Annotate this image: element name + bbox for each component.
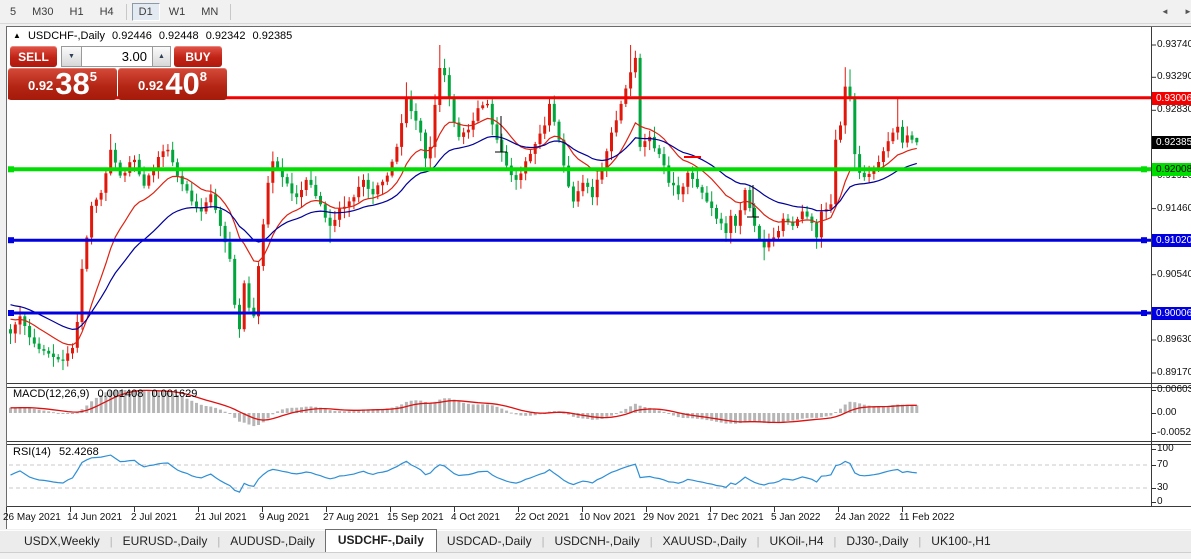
macd-axis-label: -0.00522 bbox=[1157, 427, 1191, 438]
tab-xauusd-daily[interactable]: XAUUSD-,Daily bbox=[653, 531, 757, 552]
timeframe-button-mn[interactable]: MN bbox=[194, 3, 225, 21]
tab-usdx-weekly[interactable]: USDX,Weekly bbox=[14, 531, 110, 552]
rsi-axis-label: 30 bbox=[1157, 482, 1169, 493]
ohlc-open: 0.92446 bbox=[112, 30, 152, 42]
current-price-label: 0.92385 bbox=[1152, 136, 1191, 150]
timeframe-button-h1[interactable]: H1 bbox=[63, 3, 91, 21]
chart-window bbox=[6, 26, 1191, 529]
macd-value-signal: 0.001629 bbox=[151, 388, 198, 400]
sell-price-big: 38 bbox=[55, 66, 90, 101]
support-line-label: 0.91020 bbox=[1152, 234, 1191, 248]
date-label: 24 Jan 2022 bbox=[835, 512, 891, 523]
timeframe-button-w1[interactable]: W1 bbox=[162, 3, 193, 21]
price-tick-label: 0.90540 bbox=[1157, 268, 1191, 280]
trading-platform-screen: 5 M30 H1 H4 D1 W1 MN ▲ USDCHF-,Daily 0.92446 0… bbox=[0, 0, 1191, 559]
macd-value-main: 0.001408 bbox=[97, 388, 144, 400]
price-tick-label: 0.92830 bbox=[1157, 104, 1191, 116]
date-label: 2 Jul 2021 bbox=[131, 512, 178, 523]
date-label: 9 Aug 2021 bbox=[259, 512, 310, 523]
spinner-down-icon: ▼ bbox=[68, 53, 75, 60]
buy-price-box[interactable]: 0.92 40 8 bbox=[118, 68, 227, 100]
tabs-scroll-left-icon[interactable]: ◄ bbox=[1161, 7, 1169, 16]
spinner-up-icon: ▲ bbox=[158, 53, 165, 60]
ohlc-low: 0.92342 bbox=[205, 30, 246, 42]
tab-usdcad-daily[interactable]: USDCAD-,Daily bbox=[437, 531, 542, 552]
sell-button-label: SELL bbox=[18, 49, 49, 64]
chart-tab-bar: USDX,Weekly | EURUSD-,Daily | AUDUSD-,Daily U… bbox=[0, 529, 1191, 552]
date-label: 14 Jun 2021 bbox=[67, 512, 123, 523]
date-label: 21 Jul 2021 bbox=[195, 512, 247, 523]
timeframe-button-h4[interactable]: H4 bbox=[93, 3, 121, 21]
date-label: 26 May 2021 bbox=[3, 512, 61, 523]
date-label: 4 Oct 2021 bbox=[451, 512, 500, 523]
volume-decrease-button[interactable]: ▼ bbox=[61, 46, 82, 67]
sell-price-pip: 5 bbox=[89, 69, 98, 84]
date-label: 29 Nov 2021 bbox=[643, 512, 700, 523]
rsi-value: 52.4268 bbox=[58, 446, 99, 458]
toolbar-separator bbox=[230, 3, 232, 20]
date-label: 27 Aug 2021 bbox=[323, 512, 380, 523]
macd-axis-label: 0.006038 bbox=[1157, 384, 1191, 395]
sell-button[interactable]: SELL bbox=[10, 46, 57, 67]
volume-input[interactable] bbox=[82, 46, 152, 67]
ohlc-high: 0.92448 bbox=[158, 30, 199, 42]
buy-price-base: 0.92 bbox=[137, 78, 164, 93]
timeframe-button-d1[interactable]: D1 bbox=[131, 2, 160, 21]
time-axis[interactable]: 26 May 2021 14 Jun 2021 2 Jul 2021 21 Jul 2… bbox=[0, 508, 1150, 529]
macd-axis-label: 0.00 bbox=[1157, 407, 1177, 418]
date-label: 15 Sep 2021 bbox=[387, 512, 444, 523]
rsi-panel-title: RSI(14) 52.4268 bbox=[13, 446, 104, 458]
timeframe-button-m30[interactable]: M30 bbox=[25, 3, 60, 21]
tab-dj30-daily[interactable]: DJ30-,Daily bbox=[836, 531, 918, 552]
support-line-label: 0.92008 bbox=[1152, 163, 1191, 177]
price-axis[interactable]: 0.937400.932900.928300.919200.914600.905… bbox=[1152, 27, 1191, 507]
tab-eurusd-daily[interactable]: EURUSD-,Daily bbox=[113, 531, 218, 552]
buy-button-label: BUY bbox=[185, 49, 211, 64]
timeframe-button-5[interactable]: 5 bbox=[3, 3, 23, 21]
rsi-axis-label: 0 bbox=[1157, 496, 1163, 507]
one-click-collapse-icon[interactable]: ▲ bbox=[13, 31, 21, 40]
date-label: 17 Dec 2021 bbox=[707, 512, 764, 523]
volume-increase-button[interactable]: ▲ bbox=[152, 46, 171, 67]
tab-usdcnh-daily[interactable]: USDCNH-,Daily bbox=[544, 531, 649, 552]
chart-symbol-title: USDCHF-,Daily bbox=[27, 30, 105, 42]
buy-button[interactable]: BUY bbox=[174, 46, 222, 67]
status-bar bbox=[0, 552, 1191, 559]
rsi-axis-label: 100 bbox=[1157, 443, 1174, 454]
tab-uk100-h1[interactable]: UK100-,H1 bbox=[921, 531, 1000, 552]
chart-header: ▲ USDCHF-,Daily 0.92446 0.92448 0.92342 … bbox=[13, 30, 296, 42]
rsi-name: RSI(14) bbox=[13, 446, 51, 458]
tab-usdchf-daily[interactable]: USDCHF-,Daily bbox=[324, 529, 437, 552]
price-tick-label: 0.93740 bbox=[1157, 39, 1191, 50]
price-tick-label: 0.89170 bbox=[1157, 367, 1191, 378]
price-tick-label: 0.91460 bbox=[1157, 202, 1191, 214]
toolbar-separator bbox=[125, 3, 127, 20]
buy-price-big: 40 bbox=[165, 66, 200, 101]
buy-price-pip: 8 bbox=[199, 69, 208, 84]
macd-panel-title: MACD(12,26,9) 0.001408 0.001629 bbox=[13, 388, 202, 400]
tab-ukoil-h4[interactable]: UKOil-,H4 bbox=[760, 531, 834, 552]
tabs-scroll-right-icon[interactable]: ► bbox=[1184, 7, 1191, 16]
date-label: 22 Oct 2021 bbox=[515, 512, 570, 523]
timeframe-toolbar: 5 M30 H1 H4 D1 W1 MN bbox=[0, 0, 1191, 24]
date-label: 11 Feb 2022 bbox=[899, 512, 955, 523]
resistance-line-label: 0.93006 bbox=[1152, 91, 1191, 105]
price-tick-label: 0.93290 bbox=[1157, 71, 1191, 83]
tab-audusd-daily[interactable]: AUDUSD-,Daily bbox=[220, 531, 325, 552]
sell-price-base: 0.92 bbox=[27, 78, 54, 93]
date-label: 5 Jan 2022 bbox=[771, 512, 821, 523]
price-tick-label: 0.89630 bbox=[1157, 333, 1191, 345]
macd-name: MACD(12,26,9) bbox=[13, 388, 90, 400]
date-label: 10 Nov 2021 bbox=[579, 512, 636, 523]
ohlc-close: 0.92385 bbox=[252, 30, 293, 42]
rsi-axis-label: 70 bbox=[1157, 459, 1169, 470]
support-line-label: 0.90006 bbox=[1152, 306, 1191, 320]
sell-price-box[interactable]: 0.92 38 5 bbox=[8, 68, 117, 100]
